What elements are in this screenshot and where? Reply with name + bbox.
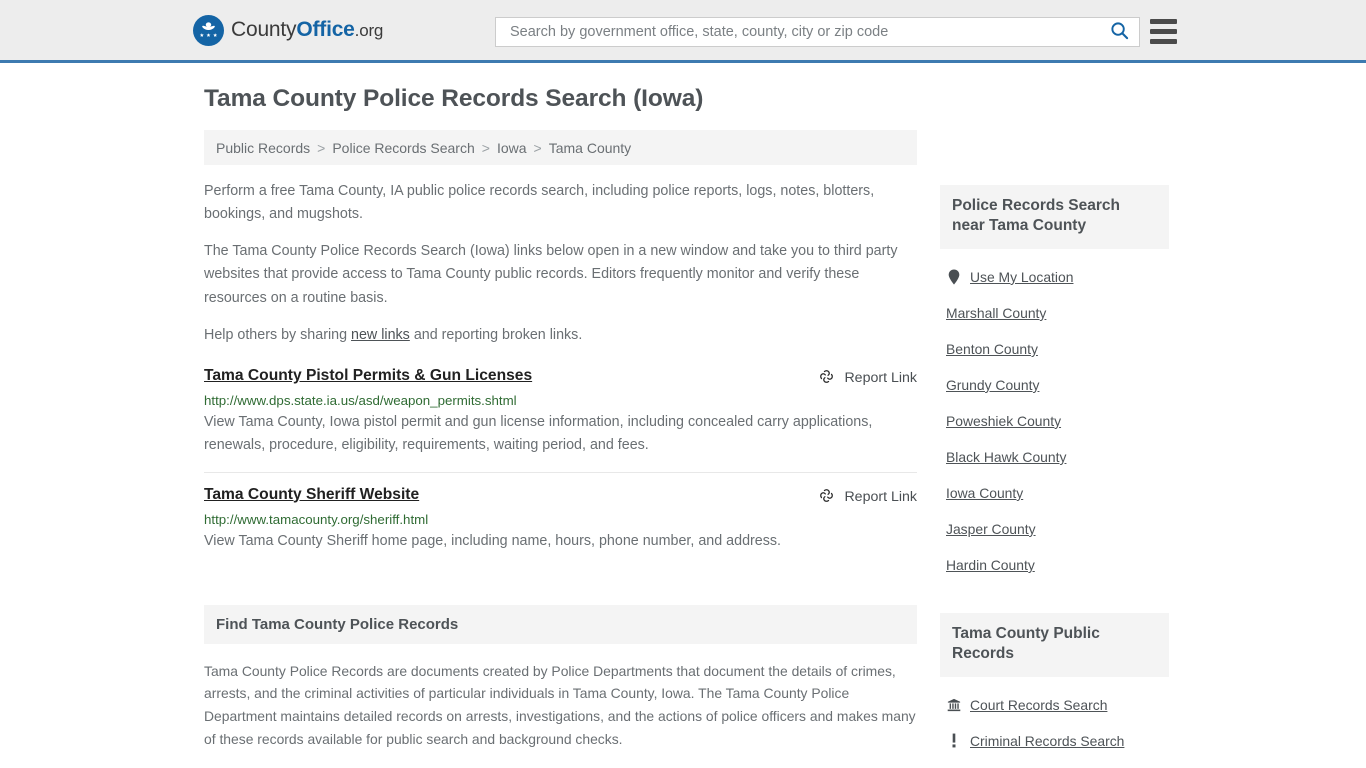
sidebar-heading-public-records: Tama County Public Records	[940, 612, 1169, 677]
sidebar-item-label[interactable]: Marshall County	[946, 305, 1046, 321]
search-button[interactable]	[1108, 21, 1131, 43]
sidebar-item-label[interactable]: Iowa County	[946, 485, 1023, 501]
sidebar: Police Records Search near Tama County U…	[940, 185, 1169, 768]
search-input[interactable]	[508, 23, 1108, 41]
sidebar-item-label[interactable]: Poweshiek County	[946, 413, 1061, 429]
find-records-paragraph: Tama County Police Records are documents…	[204, 662, 916, 747]
find-records-heading: Find Tama County Police Records	[204, 604, 917, 644]
report-link-label: Report Link	[844, 370, 917, 387]
sidebar-public-records-list: Court Records Search Criminal Records Se…	[940, 687, 1169, 768]
sidebar-item-label[interactable]: Hardin County	[946, 557, 1035, 573]
sidebar-item-use-my-location[interactable]: Use My Location	[940, 259, 1169, 295]
search-bar[interactable]	[495, 17, 1140, 47]
breadcrumb-item-iowa[interactable]: Iowa	[497, 140, 527, 156]
intro-paragraph-2: The Tama County Police Records Search (I…	[204, 243, 898, 306]
sidebar-item-poweshiek-county[interactable]: Poweshiek County	[940, 403, 1169, 439]
find-records-body: Tama County Police Records are documents…	[204, 660, 917, 768]
sidebar-item-jasper-county[interactable]: Jasper County	[940, 511, 1169, 547]
sidebar-item-label[interactable]: Benton County	[946, 341, 1038, 357]
sidebar-item-hardin-county[interactable]: Hardin County	[940, 547, 1169, 583]
page-title: Tama County Police Records Search (Iowa)	[204, 85, 704, 112]
sidebar-panel-nearby: Police Records Search near Tama County U…	[940, 185, 1169, 583]
breadcrumb-separator-icon: >	[481, 139, 490, 156]
result-item: Tama County Sheriff Website Report Link	[204, 471, 917, 567]
result-url[interactable]: http://www.tamacounty.org/sheriff.html	[204, 512, 917, 527]
share-text-after: and reporting broken links.	[409, 326, 583, 343]
report-link-label: Report Link	[844, 489, 917, 506]
sidebar-item-label[interactable]: Court Records Search	[970, 697, 1107, 713]
breadcrumb-item-tama-county[interactable]: Tama County	[549, 140, 631, 156]
result-title-link[interactable]: Tama County Sheriff Website	[204, 486, 419, 504]
site-logo-text: CountyOffice.org	[231, 18, 383, 42]
hamburger-bar	[1150, 19, 1177, 24]
results-list: Tama County Pistol Permits & Gun License…	[204, 367, 917, 567]
broken-link-icon	[818, 368, 835, 389]
sidebar-item-court-records-search[interactable]: Court Records Search	[940, 687, 1169, 723]
courthouse-icon	[946, 698, 961, 712]
sidebar-item-label[interactable]: Criminal Records Search	[970, 733, 1124, 749]
logo-text-office: Office	[296, 18, 355, 41]
site-logo[interactable]: CountyOffice.org	[193, 14, 383, 46]
new-links-link[interactable]: new links	[351, 327, 410, 343]
breadcrumb-item-public-records[interactable]: Public Records	[216, 140, 310, 156]
breadcrumb-separator-icon: >	[317, 139, 326, 156]
result-description: View Tama County, Iowa pistol permit and…	[204, 413, 873, 454]
sidebar-heading-nearby: Police Records Search near Tama County	[940, 185, 1169, 249]
result-url[interactable]: http://www.dps.state.ia.us/asd/weapon_pe…	[204, 393, 917, 408]
sidebar-item-driving-records-search[interactable]: Driving Records Search	[940, 759, 1169, 768]
sidebar-item-iowa-county[interactable]: Iowa County	[940, 475, 1169, 511]
report-link-button[interactable]: Report Link	[818, 367, 917, 389]
sidebar-item-label[interactable]: Jasper County	[946, 521, 1036, 537]
sidebar-item-black-hawk-county[interactable]: Black Hawk County	[940, 439, 1169, 475]
sidebar-item-grundy-county[interactable]: Grundy County	[940, 367, 1169, 403]
hamburger-bar	[1150, 39, 1177, 44]
main-column: Tama County Police Records Search (Iowa)…	[204, 85, 917, 768]
sidebar-item-label[interactable]: Grundy County	[946, 377, 1039, 393]
sidebar-item-label[interactable]: Black Hawk County	[946, 449, 1066, 465]
share-text-before: Help others by sharing	[204, 326, 352, 343]
breadcrumb-item-police-records-search[interactable]: Police Records Search	[332, 140, 474, 156]
search-icon	[1110, 21, 1129, 43]
hamburger-menu-icon[interactable]	[1150, 19, 1177, 44]
exclamation-icon	[946, 733, 961, 748]
eagle-shield-icon	[193, 14, 224, 46]
intro-paragraph-3: Help others by sharing new links and rep…	[204, 324, 917, 347]
result-description: View Tama County Sheriff home page, incl…	[204, 532, 782, 549]
breadcrumb: Public Records > Police Records Search >…	[204, 130, 917, 165]
result-header: Tama County Pistol Permits & Gun License…	[204, 367, 917, 389]
logo-text-county: County	[231, 18, 297, 41]
result-item: Tama County Pistol Permits & Gun License…	[204, 367, 917, 472]
sidebar-nearby-list: Use My Location Marshall County Benton C…	[940, 259, 1169, 583]
breadcrumb-separator-icon: >	[533, 139, 542, 156]
report-link-button[interactable]: Report Link	[818, 486, 917, 508]
broken-link-icon	[818, 487, 835, 508]
hamburger-bar	[1150, 29, 1177, 34]
sidebar-item-benton-county[interactable]: Benton County	[940, 331, 1169, 367]
sidebar-item-label[interactable]: Use My Location	[970, 269, 1073, 285]
map-pin-icon	[946, 269, 961, 285]
intro-paragraph-1: Perform a free Tama County, IA public po…	[204, 183, 875, 223]
site-header: CountyOffice.org	[0, 0, 1366, 63]
sidebar-item-marshall-county[interactable]: Marshall County	[940, 295, 1169, 331]
intro-text: Perform a free Tama County, IA public po…	[204, 180, 917, 347]
result-title-link[interactable]: Tama County Pistol Permits & Gun License…	[204, 367, 532, 385]
logo-text-tld: .org	[354, 21, 384, 40]
sidebar-panel-public-records: Tama County Public Records Court Records…	[940, 612, 1169, 768]
sidebar-item-criminal-records-search[interactable]: Criminal Records Search	[940, 723, 1169, 759]
result-header: Tama County Sheriff Website Report Link	[204, 486, 917, 508]
